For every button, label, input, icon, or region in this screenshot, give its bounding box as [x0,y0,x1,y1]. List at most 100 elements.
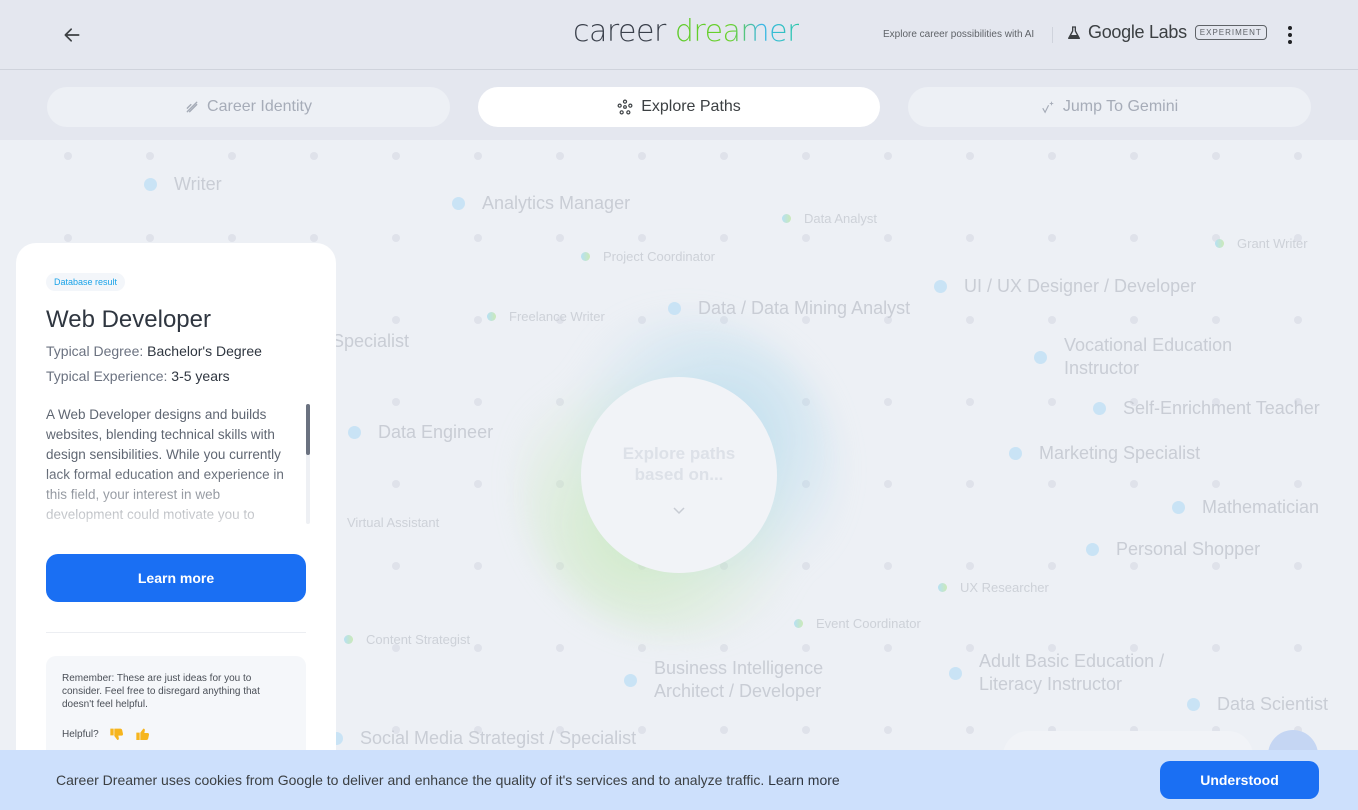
career-node-dot [934,280,947,293]
career-node-label: Content Strategist [366,632,471,647]
experience-label: Typical Experience: [46,368,168,384]
thumbs-up-icon[interactable] [135,726,151,742]
grid-dot [1294,316,1302,324]
grid-dot [1048,316,1056,324]
career-node[interactable]: Mathematician [1172,496,1319,519]
grid-dot [720,644,728,652]
career-node[interactable]: Writer [144,173,222,196]
career-node-label: Data Engineer [378,422,494,442]
grid-dot [1130,480,1138,488]
career-node[interactable]: Data Engineer [348,421,493,444]
tab-explore-paths[interactable]: Explore Paths [478,87,880,127]
grid-dot [146,234,154,242]
grid-dot [392,398,400,406]
career-node[interactable]: Grant Writer [1215,236,1308,251]
grid-dot [228,234,236,242]
tagline: Explore career possibilities with AI [883,29,1035,40]
degree-label: Typical Degree: [46,343,144,359]
network-nodes-icon [617,99,633,115]
career-node[interactable]: Analytics Manager [452,192,630,215]
career-node[interactable]: Vocational Education Instructor [1034,334,1244,380]
career-node[interactable]: Marketing Specialist [1009,442,1200,465]
center-prompt-button[interactable]: Explore paths based on... [581,377,777,573]
understood-button[interactable]: Understood [1160,761,1319,799]
grid-dot [884,234,892,242]
grid-dot [1294,562,1302,570]
career-node[interactable]: Data Analyst [782,211,877,226]
flask-icon [1068,25,1080,39]
cookie-text: Career Dreamer uses cookies from Google … [56,772,765,788]
description-scrollbar-thumb[interactable] [306,404,310,455]
grid-dot [884,644,892,652]
grid-dot [1212,316,1220,324]
grid-dot [474,152,482,160]
grid-dot [1294,152,1302,160]
grid-dot [556,152,564,160]
career-node[interactable]: Self-Enrichment Teacher [1093,397,1320,420]
grid-dot [1212,480,1220,488]
career-node-label: Vocational Education Instructor [1064,335,1233,378]
career-node[interactable]: UX Researcher [938,580,1049,595]
grid-dot [556,234,564,242]
career-node[interactable]: Data Scientist [1187,693,1328,716]
career-detail-card: Database result Web Developer Typical De… [16,243,336,810]
career-node[interactable]: UI / UX Designer / Developer [934,275,1196,298]
grid-dot [392,480,400,488]
career-node[interactable]: Data / Data Mining Analyst [668,297,910,320]
card-divider [46,632,306,633]
grid-dot [638,644,646,652]
career-node-dot [452,197,465,210]
grid-dot [1212,562,1220,570]
career-node-label: UX Researcher [960,580,1049,595]
grid-dot [392,562,400,570]
career-node-dot [794,619,803,628]
career-node[interactable]: Business Intelligence Architect / Develo… [624,657,834,703]
grid-dot [474,234,482,242]
career-node-dot [1187,698,1200,711]
grid-dot [884,726,892,734]
career-node-dot [144,178,157,191]
experience-value: 3-5 years [171,368,230,384]
grid-dot [802,726,810,734]
career-node[interactable]: Event Coordinator [794,616,921,631]
cookie-learn-more-link[interactable]: Learn more [768,772,840,788]
tab-career-identity[interactable]: Career Identity [47,87,450,127]
grid-dot [1048,398,1056,406]
grid-dot [1130,234,1138,242]
grid-dot [392,152,400,160]
career-node[interactable]: Personal Shopper [1086,538,1260,561]
grid-dot [228,152,236,160]
learn-more-button[interactable]: Learn more [46,554,306,602]
grid-dot [1294,480,1302,488]
career-node-dot [938,583,947,592]
career-node-label: Grant Writer [1237,236,1308,251]
typical-degree: Typical Degree: Bachelor's Degree [46,343,262,359]
career-node[interactable]: Adult Basic Education / Literacy Instruc… [949,650,1179,696]
thumbs-down-icon[interactable] [109,726,125,742]
center-prompt-text: Explore paths based on... [622,444,736,484]
logo-word-dreamer: dreamer [674,14,800,49]
more-menu-button[interactable] [1278,22,1302,48]
career-node-label: Event Coordinator [816,616,921,631]
tab-jump-to-gemini[interactable]: Jump To Gemini [908,87,1311,127]
grid-dot [966,480,974,488]
google-labs-brand[interactable]: Google Labs EXPERIMENT [1066,22,1267,43]
career-node[interactable]: Project Coordinator [581,249,715,264]
career-node-dot [487,312,496,321]
career-node-label: Project Coordinator [603,249,715,264]
career-node-label: Data Scientist [1217,694,1329,714]
career-node[interactable]: Virtual Assistant [347,515,439,530]
career-node[interactable]: Content Strategist [344,632,470,647]
back-button[interactable] [56,19,88,51]
app-logo: career dreamer [573,14,799,49]
grid-dot [638,152,646,160]
career-node-label: Data / Data Mining Analyst [698,298,911,318]
database-result-badge: Database result [46,273,126,291]
career-title: Web Developer [46,306,211,333]
career-node[interactable]: Social Media Strategist / Specialist [330,727,636,750]
career-node[interactable]: Freelance Writer [487,309,605,324]
grid-dot [392,316,400,324]
career-node-dot [1009,447,1022,460]
grid-dot [1294,644,1302,652]
helpful-feedback: Helpful? [62,726,151,742]
